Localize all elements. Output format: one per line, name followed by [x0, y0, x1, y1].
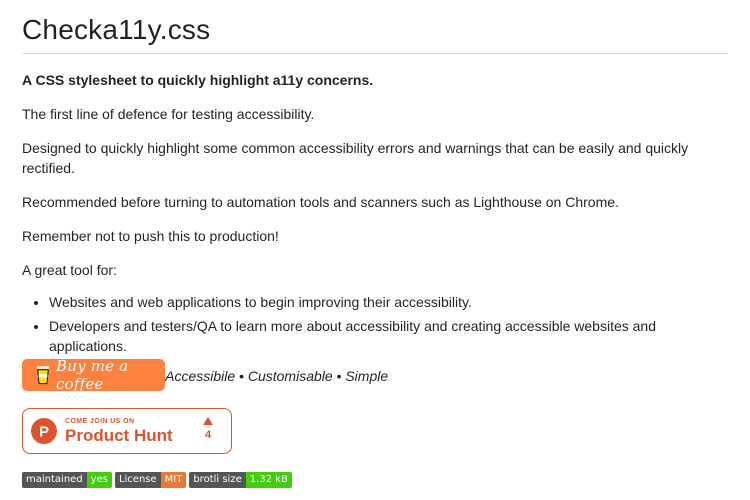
coffee-cup-icon — [36, 366, 50, 385]
badge-label: maintained — [22, 472, 87, 488]
product-hunt-votes: 4 — [203, 417, 213, 441]
license-badge[interactable]: License MIT — [114, 472, 187, 488]
maintained-badge[interactable]: maintained yes — [22, 472, 112, 488]
product-hunt-badge[interactable]: P COME JOIN US ON Product Hunt 4 — [22, 408, 232, 454]
badge-value: yes — [86, 472, 112, 488]
product-hunt-text: COME JOIN US ON Product Hunt — [65, 417, 173, 446]
buy-me-a-coffee-button[interactable]: Buy me a coffee — [22, 357, 165, 393]
brotli-size-badge[interactable]: brotli size 1.32 kB — [189, 472, 292, 488]
svg-text:P: P — [39, 424, 49, 441]
product-hunt-title: Product Hunt — [65, 425, 173, 445]
product-hunt-logo-icon: P — [31, 418, 57, 444]
vote-count: 4 — [204, 429, 212, 441]
shield-badges: maintained yes License MIT brotli size 1… — [22, 472, 292, 488]
badge-value: 1.32 kB — [245, 472, 292, 488]
product-hunt-small-label: COME JOIN US ON — [65, 417, 135, 425]
badge-area: Buy me a coffee P COME JOIN US ON Produc… — [22, 0, 728, 500]
badge-value: MIT — [160, 472, 187, 488]
buy-me-a-coffee-label: Buy me a coffee — [55, 357, 129, 393]
badge-label: brotli size — [189, 472, 246, 488]
badge-label: License — [114, 472, 161, 488]
upvote-arrow-icon — [203, 417, 213, 425]
